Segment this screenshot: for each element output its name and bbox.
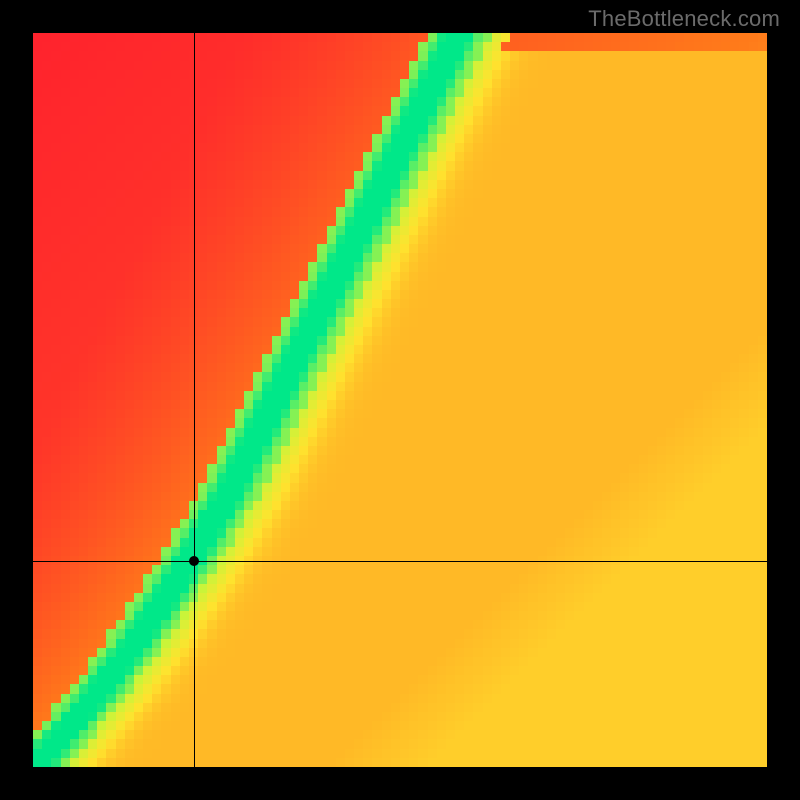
crosshair-horizontal — [33, 561, 767, 562]
watermark-text: TheBottleneck.com — [588, 6, 780, 32]
heatmap-grid — [33, 33, 767, 767]
crosshair-vertical — [194, 33, 195, 767]
chart-root: TheBottleneck.com — [0, 0, 800, 800]
heatmap-plot — [33, 33, 767, 767]
